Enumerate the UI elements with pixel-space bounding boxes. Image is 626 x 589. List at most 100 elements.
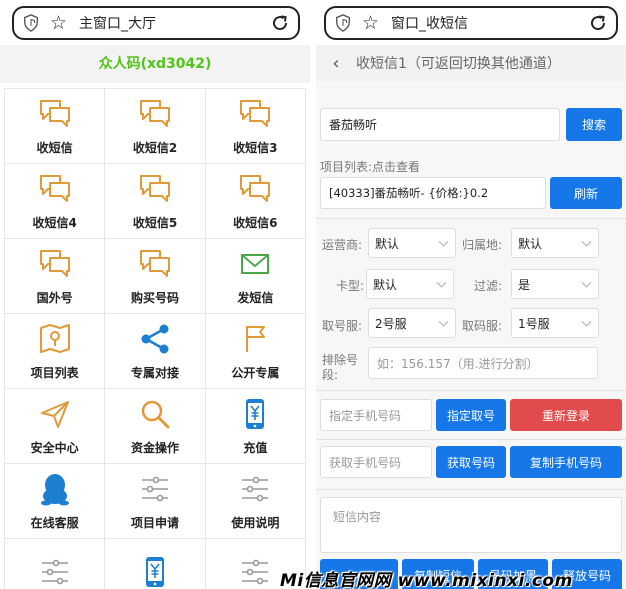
filter-select[interactable]: 是 (511, 269, 599, 299)
menu-item[interactable]: 项目申请 (105, 464, 206, 539)
menu-item-label: 在线客服 (30, 515, 79, 530)
refresh-button[interactable]: 刷新 (550, 177, 622, 209)
card-type-value: 默认 (373, 277, 398, 292)
get-phone-input[interactable]: 获取手机号码 (320, 446, 432, 478)
sms-content-textarea[interactable]: 短信内容 (320, 497, 622, 553)
menu-item-label: 收短信3 (233, 140, 278, 155)
menu-item[interactable]: 安全中心 (5, 389, 106, 464)
menu-item[interactable]: 收短信5 (105, 164, 206, 239)
page-title: 收短信1（可返回切换其他通道） (356, 56, 561, 72)
menu-item[interactable]: 公开专属 (205, 314, 306, 389)
search-button[interactable]: 搜索 (566, 108, 622, 141)
menu-item-label: 项目申请 (130, 515, 179, 530)
menu-item[interactable] (5, 539, 106, 589)
shield-icon (24, 14, 38, 32)
chevron-down-icon (581, 236, 592, 247)
magnifier-icon (141, 400, 170, 428)
menu-item[interactable]: 专属对接 (105, 314, 206, 389)
chat-bubbles-icon (139, 174, 170, 202)
carrier-value: 默认 (375, 236, 400, 251)
chat-bubbles-icon (39, 174, 70, 202)
menu-item[interactable]: 使用说明 (205, 464, 306, 539)
watermark: Mi信息官网网 www.mixinxi.com (280, 571, 573, 589)
menu-item-label: 收短信5 (132, 215, 178, 230)
filter-label: 过滤: (474, 279, 503, 293)
back-chevron-icon[interactable]: ‹ (316, 53, 356, 74)
fetch-server-label: 取号服: (322, 319, 363, 333)
chevron-down-icon (581, 316, 592, 327)
chevron-down-icon (438, 236, 449, 247)
menu-item[interactable]: 收短信2 (105, 89, 206, 164)
reload-icon[interactable] (270, 13, 290, 33)
address-bar[interactable]: ☆ 主窗口_大厅 (12, 6, 300, 40)
specify-fetch-button[interactable]: 指定取号 (436, 399, 506, 431)
sms-form: 番茄畅听 搜索 项目列表:点击查看 [40333]番茄畅听- {价格:}0.2 … (316, 81, 626, 589)
chevron-down-icon (581, 277, 592, 288)
chevron-down-icon (436, 277, 447, 288)
menu-item[interactable]: 收短信6 (205, 164, 306, 239)
menu-item[interactable]: 收短信 (5, 89, 106, 164)
card-type-select[interactable]: 默认 (366, 269, 454, 299)
bookmark-star-icon[interactable]: ☆ (50, 13, 67, 33)
menu-item[interactable]: 收短信3 (205, 89, 306, 164)
sliders-icon (242, 559, 269, 585)
menu-item-label: 收短信 (36, 140, 73, 155)
address-title: 主窗口_大厅 (79, 16, 157, 32)
filter-value: 是 (518, 277, 531, 292)
menu-item-label: 专属对接 (130, 365, 179, 380)
code-server-label: 取码服: (462, 319, 503, 333)
copy-phone-button[interactable]: 复制手机号码 (510, 446, 622, 478)
search-input[interactable]: 番茄畅听 (320, 108, 560, 141)
chat-bubbles-icon (39, 249, 70, 277)
menu-item-label: 收短信4 (32, 215, 77, 230)
chat-bubbles-icon (39, 99, 70, 127)
carrier-label: 运营商: (322, 238, 363, 252)
sliders-icon (141, 476, 168, 501)
address-title: 窗口_收短信 (391, 16, 469, 32)
fetch-server-value: 2号服 (375, 316, 407, 331)
envelope-icon (241, 253, 270, 274)
fetch-server-select[interactable]: 2号服 (368, 308, 456, 338)
menu-item[interactable]: 购买号码 (105, 239, 206, 314)
region-select[interactable]: 默认 (511, 228, 599, 258)
menu-item[interactable]: 国外号 (5, 239, 106, 314)
menu-item[interactable]: 资金操作 (105, 389, 206, 464)
chat-bubbles-icon (240, 174, 271, 202)
carrier-select[interactable]: 默认 (368, 228, 456, 258)
get-number-button[interactable]: 获取号码 (436, 446, 506, 478)
exclude-label: 排除号段: (322, 353, 359, 382)
address-bar[interactable]: ☆ 窗口_收短信 (324, 6, 618, 40)
region-label: 归属地: (462, 238, 503, 252)
code-server-select[interactable]: 1号服 (511, 308, 599, 338)
menu-item[interactable]: 发短信 (205, 239, 306, 314)
divider (316, 439, 626, 440)
relogin-button[interactable]: 重新登录 (510, 399, 622, 431)
specify-phone-input[interactable]: 指定手机号码 (320, 399, 432, 431)
exclude-input[interactable]: 如：156.157（用.进行分割） (368, 347, 598, 379)
flag-icon (246, 325, 266, 352)
menu-item-label: 收短信2 (132, 140, 178, 155)
sliders-icon (242, 476, 269, 501)
qq-penguin-icon (40, 473, 69, 505)
menu-item-label: 资金操作 (130, 440, 179, 455)
divider (316, 390, 626, 391)
reload-icon[interactable] (588, 13, 608, 33)
menu-item-label: 安全中心 (30, 440, 79, 455)
bookmark-star-icon[interactable]: ☆ (362, 13, 379, 33)
region-value: 默认 (518, 236, 543, 251)
menu-item[interactable]: 收短信4 (5, 164, 106, 239)
share-icon (141, 324, 169, 353)
menu-item[interactable]: 项目列表 (5, 314, 106, 389)
menu-item-label: 国外号 (36, 290, 73, 305)
project-select[interactable]: [40333]番茄畅听- {价格:}0.2 (320, 177, 546, 209)
menu-item-label: 收短信6 (233, 215, 278, 230)
menu-item[interactable]: 在线客服 (5, 464, 106, 539)
brand-banner: 众人码(xd3042) (0, 45, 310, 83)
phone-yen-icon (145, 557, 164, 587)
menu-item-label: 公开专属 (231, 365, 280, 380)
menu-item-label: 项目列表 (30, 365, 79, 380)
menu-item[interactable]: 充值 (205, 389, 306, 464)
left-screen: ☆ 主窗口_大厅 众人码(xd3042) 收短信 收短信2 收短信3 收短信4 收短信5… (0, 0, 310, 589)
map-icon (39, 323, 70, 353)
menu-item[interactable] (105, 539, 206, 589)
